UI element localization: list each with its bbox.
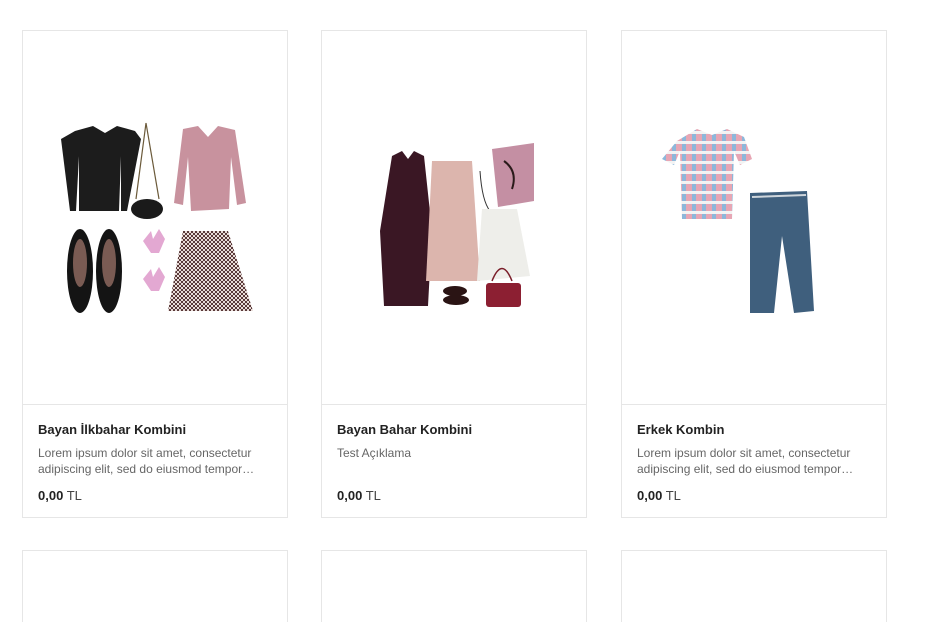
price-amount: 0,00	[637, 488, 663, 503]
product-title[interactable]: Bayan Bahar Kombini	[337, 422, 571, 437]
product-image[interactable]	[322, 31, 586, 405]
product-image[interactable]	[23, 31, 287, 405]
product-description: Lorem ipsum dolor sit amet, consectetur …	[38, 446, 255, 476]
product-title[interactable]: Erkek Kombin	[637, 422, 871, 437]
product-title[interactable]: Bayan İlkbahar Kombini	[38, 422, 272, 437]
price-amount: 0,00	[337, 488, 363, 503]
product-card[interactable]	[321, 550, 587, 622]
product-card[interactable]: Erkek Kombin Lorem ipsum dolor sit amet,…	[621, 30, 887, 518]
price-currency: TL	[365, 488, 381, 503]
product-card[interactable]: Bayan Bahar Kombini Test Açıklama 0,00 T…	[321, 30, 587, 518]
outfit-illustration	[662, 129, 814, 313]
product-description: Test Açıklama	[337, 446, 412, 460]
outfit-illustration	[380, 143, 534, 307]
price-currency: TL	[66, 488, 82, 503]
product-grid: Bayan İlkbahar Kombini Lorem ipsum dolor…	[0, 0, 939, 622]
outfit-illustration	[61, 122, 253, 313]
product-card[interactable]: Bayan İlkbahar Kombini Lorem ipsum dolor…	[22, 30, 288, 518]
price-currency: TL	[665, 488, 681, 503]
product-card[interactable]	[22, 550, 288, 622]
product-price: 0,00 TL	[38, 488, 272, 503]
product-price: 0,00 TL	[337, 488, 571, 503]
product-description: Lorem ipsum dolor sit amet, consectetur …	[637, 446, 854, 476]
price-amount: 0,00	[38, 488, 64, 503]
product-price: 0,00 TL	[637, 488, 871, 503]
product-card[interactable]	[621, 550, 887, 622]
product-image[interactable]	[622, 31, 886, 405]
